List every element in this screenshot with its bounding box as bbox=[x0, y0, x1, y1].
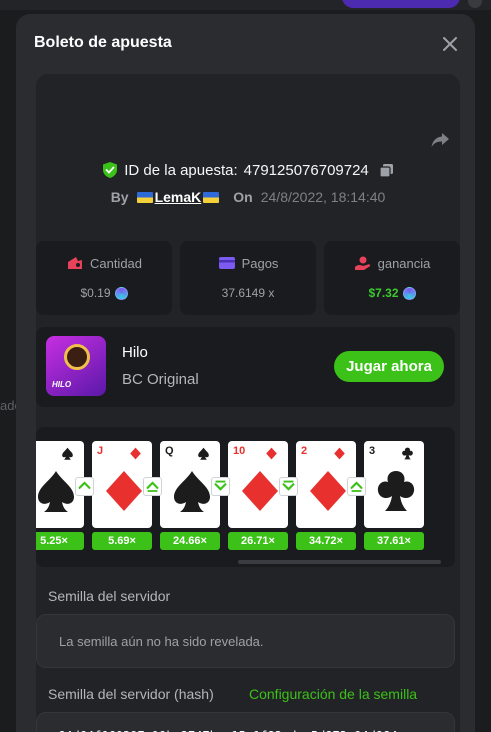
game-thumbnail: HILO bbox=[46, 336, 106, 396]
on-label: On bbox=[233, 189, 253, 205]
spade-icon bbox=[198, 447, 209, 460]
card-rank: 3 bbox=[369, 445, 376, 457]
server-seed-hash-label: Semilla del servidor (hash) bbox=[48, 686, 214, 702]
card-multiplier: 5.69× bbox=[92, 532, 152, 550]
club-icon bbox=[402, 447, 413, 460]
bet-meta-row: By LemaK On 24/8/2022, 18:14:40 bbox=[36, 186, 460, 208]
coin-icon bbox=[114, 286, 128, 300]
hilo-cards-panel: 5.25× J 5.69× Q 24.66× 10 26.71× 2 34.72× 3 37.61× bbox=[36, 427, 455, 567]
spade-icon bbox=[62, 447, 73, 460]
diamond-icon bbox=[106, 471, 142, 511]
diamond-icon bbox=[242, 471, 278, 511]
card-multiplier: 34.72× bbox=[296, 532, 356, 550]
stat-payout: Pagos 37.6149 x bbox=[180, 241, 316, 315]
spade-icon bbox=[174, 471, 210, 512]
diamond-icon bbox=[266, 447, 277, 460]
payout-icon bbox=[218, 257, 235, 269]
game-mascot-icon bbox=[64, 344, 90, 370]
bet-date: 24/8/2022, 18:14:40 bbox=[260, 189, 386, 205]
stat-amount-label: Cantidad bbox=[89, 255, 143, 271]
higher-or-same-arrow-icon bbox=[347, 477, 366, 496]
higher-or-same-arrow-icon bbox=[143, 477, 162, 496]
card-multiplier: 24.66× bbox=[160, 532, 220, 550]
by-label: By bbox=[110, 189, 129, 205]
copy-icon[interactable] bbox=[379, 163, 394, 178]
card-multiplier: 26.71× bbox=[228, 532, 288, 550]
stat-amount: Cantidad $0.19 bbox=[36, 241, 172, 315]
user-link[interactable]: LemaK bbox=[136, 189, 220, 205]
card-multiplier: 5.25× bbox=[36, 532, 84, 550]
lower-arrow-icon bbox=[279, 477, 298, 496]
stat-payout-value: 37.6149 x bbox=[221, 286, 275, 300]
play-now-button[interactable]: Jugar ahora bbox=[334, 351, 444, 382]
server-seed-label: Semilla del servidor bbox=[48, 588, 171, 604]
game-card: HILO Hilo BC Original Jugar ahora bbox=[36, 327, 455, 407]
close-icon[interactable] bbox=[439, 33, 461, 55]
bet-details-panel: ID de la apuesta: 479125076709724 By Lem… bbox=[36, 74, 460, 732]
stat-profit-label: ganancia bbox=[377, 255, 431, 271]
spade-icon bbox=[38, 471, 74, 512]
bet-amount-icon bbox=[67, 257, 82, 269]
game-name: Hilo bbox=[122, 344, 148, 361]
server-seed-hash-field: 64d64f060397e19be2747bce15e1f83cdaa5d873… bbox=[36, 712, 455, 732]
user-name: LemaK bbox=[154, 189, 202, 205]
higher-arrow-icon bbox=[75, 477, 94, 496]
bet-id-label: ID de la apuesta: bbox=[124, 161, 238, 179]
card-rank: Q bbox=[165, 445, 174, 457]
stat-profit-value: $7.32 bbox=[368, 286, 399, 300]
profit-icon bbox=[354, 256, 370, 270]
diamond-icon bbox=[130, 447, 141, 460]
game-thumb-label: HILO bbox=[52, 380, 72, 389]
header-button-backdrop bbox=[342, 0, 460, 8]
game-subtitle: BC Original bbox=[122, 371, 199, 388]
club-icon bbox=[377, 471, 415, 511]
bet-id-value: 479125076709724 bbox=[243, 161, 369, 179]
lower-arrow-icon bbox=[211, 477, 230, 496]
server-seed-field: La semilla aún no ha sido revelada. bbox=[36, 614, 455, 668]
coin-icon bbox=[402, 286, 416, 300]
bet-id-row: ID de la apuesta: 479125076709724 bbox=[36, 158, 460, 182]
stat-profit: ganancia $7.32 bbox=[324, 241, 460, 315]
stat-payout-label: Pagos bbox=[241, 255, 279, 271]
flag-icon bbox=[203, 191, 220, 203]
flag-icon bbox=[136, 191, 153, 203]
card-rank: 2 bbox=[301, 445, 308, 457]
card-rank: J bbox=[97, 445, 104, 457]
playing-card: 3 bbox=[364, 441, 424, 528]
shield-check-icon bbox=[103, 162, 118, 178]
modal-title: Boleto de apuesta bbox=[34, 34, 172, 51]
bet-stats: Cantidad $0.19 Pagos 37.6149 x ganancia … bbox=[36, 241, 460, 315]
cards-scrollbar[interactable] bbox=[238, 560, 441, 564]
seed-settings-link[interactable]: Configuración de la semilla bbox=[249, 686, 417, 702]
server-seed-value: La semilla aún no ha sido revelada. bbox=[59, 634, 264, 649]
card-rank: 10 bbox=[233, 445, 246, 457]
share-icon[interactable] bbox=[428, 128, 452, 152]
diamond-icon bbox=[334, 447, 345, 460]
card-multiplier: 37.61× bbox=[364, 532, 424, 550]
stat-amount-value: $0.19 bbox=[80, 286, 111, 300]
bet-slip-modal: Boleto de apuesta ID de la apuesta: 4791… bbox=[16, 14, 475, 732]
diamond-icon bbox=[310, 471, 346, 511]
